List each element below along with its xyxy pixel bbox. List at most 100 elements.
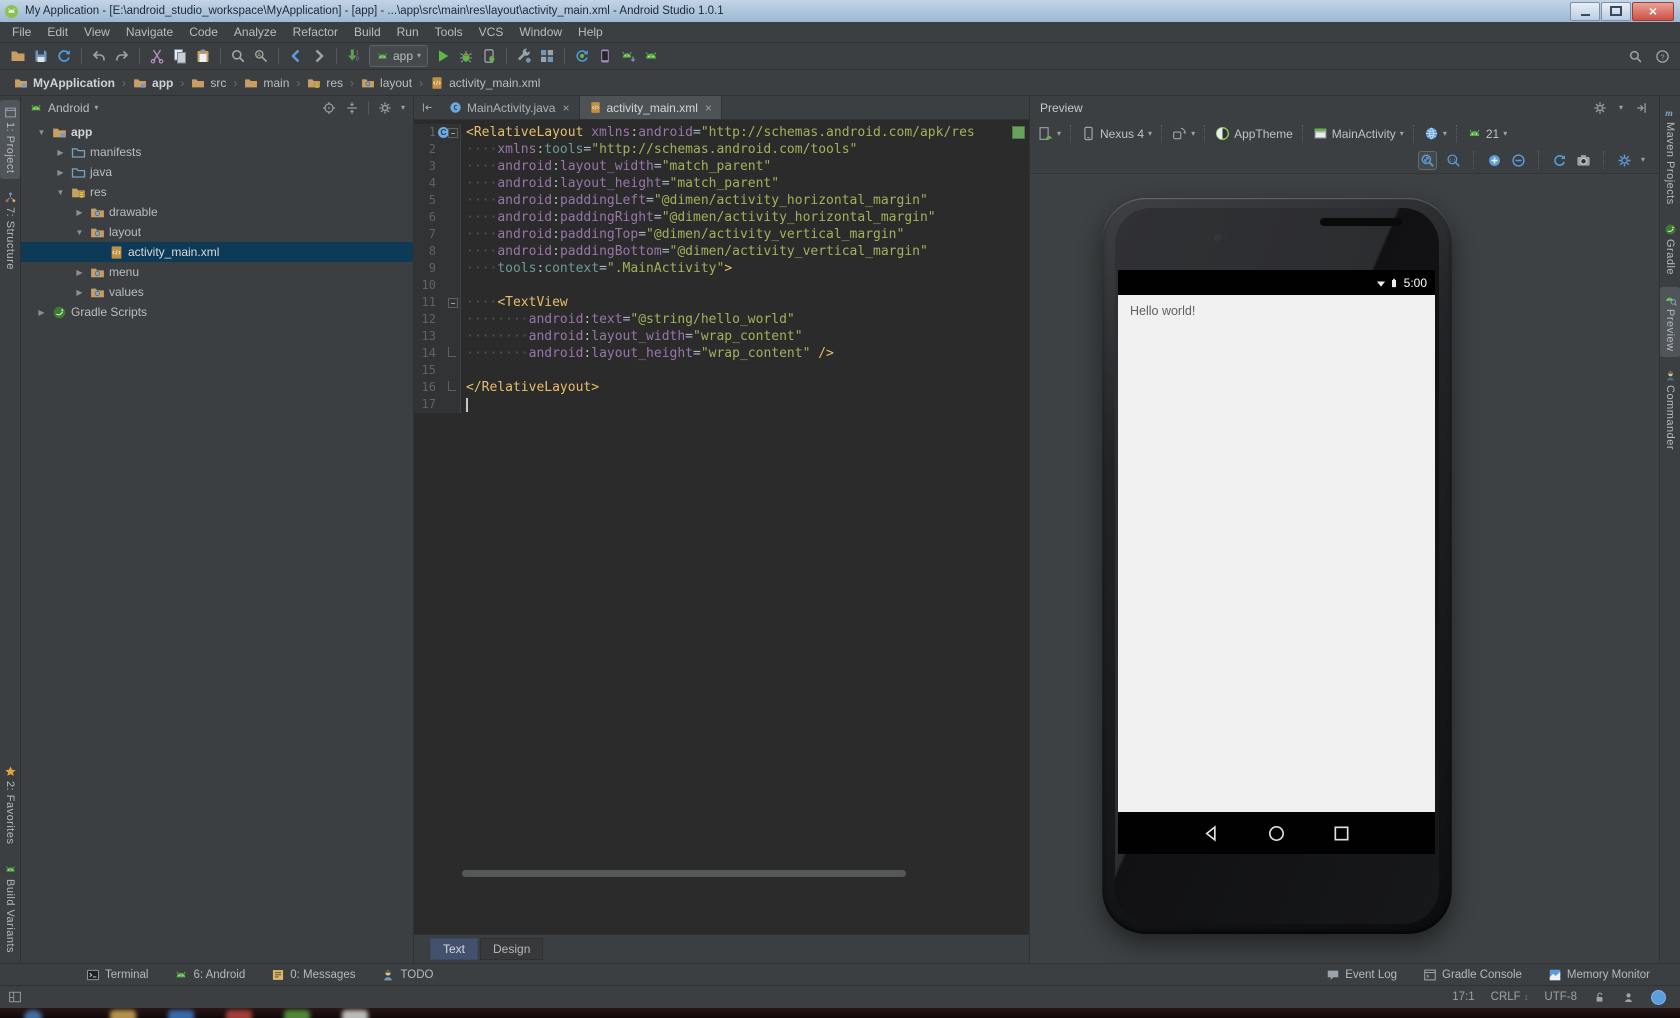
mode-tab-text[interactable]: Text — [430, 938, 479, 960]
project-structure-button[interactable] — [539, 48, 555, 64]
tool-window-button-todo[interactable]: TODO — [381, 968, 433, 982]
close-tab-icon[interactable]: × — [562, 101, 569, 115]
tool-window-button-gradle-console[interactable]: Gradle Console — [1423, 968, 1522, 982]
file-encoding[interactable]: UTF-8 — [1544, 991, 1577, 1003]
tree-arrow-icon[interactable]: ▼ — [73, 228, 86, 237]
taskbar-app-icon[interactable] — [110, 1010, 136, 1018]
menu-build[interactable]: Build — [346, 22, 389, 42]
tree-arrow-icon[interactable]: ▶ — [54, 168, 67, 177]
tool-window-switcher-icon[interactable] — [8, 990, 22, 1004]
tree-item-manifests[interactable]: ▶ manifests — [21, 142, 413, 162]
find-button[interactable] — [230, 48, 246, 64]
title-bar[interactable]: My Application - [E:\android_studio_work… — [0, 0, 1680, 22]
tree-item-values[interactable]: ▶ values — [21, 282, 413, 302]
horizontal-scrollbar[interactable] — [462, 870, 906, 877]
device-screen[interactable]: 5:00 Hello world! — [1118, 270, 1435, 854]
menu-help[interactable]: Help — [570, 22, 611, 42]
menu-analyze[interactable]: Analyze — [226, 22, 285, 42]
caret-position[interactable]: 17:1 — [1452, 991, 1474, 1003]
code-line[interactable]: 8 ····android:paddingBottom="@dimen/activ… — [414, 243, 1029, 260]
minimize-button[interactable] — [1570, 1, 1600, 21]
menu-code[interactable]: Code — [181, 22, 226, 42]
navigate-back-button[interactable] — [288, 48, 304, 64]
nav-recents-icon[interactable] — [1332, 824, 1351, 843]
code-line[interactable]: 11 ····<TextView — [414, 294, 1029, 311]
tree-item-res[interactable]: ▼ res — [21, 182, 413, 202]
code-line[interactable]: 14 ········android:layout_height="wrap_co… — [414, 345, 1029, 362]
inspection-status-indicator[interactable] — [1012, 126, 1025, 139]
menu-navigate[interactable]: Navigate — [118, 22, 181, 42]
code-editor[interactable]: 1 C <RelativeLayout xmlns:android="http://… — [414, 120, 1029, 934]
refresh-preview-button[interactable] — [1552, 153, 1567, 168]
tree-arrow-icon[interactable]: ▶ — [54, 148, 67, 157]
zoom-out-button[interactable] — [1511, 153, 1526, 168]
menu-view[interactable]: View — [76, 22, 118, 42]
write-access-lock-icon[interactable] — [1593, 991, 1606, 1004]
save-all-button[interactable] — [33, 48, 49, 64]
fold-icon[interactable] — [448, 128, 458, 138]
device-selector[interactable]: Nexus 4 ▾ — [1081, 126, 1152, 141]
menu-refactor[interactable]: Refactor — [285, 22, 346, 42]
app-content-area[interactable]: Hello world! — [1118, 295, 1435, 812]
make-project-button[interactable]: 10 — [346, 48, 362, 64]
help-button[interactable]: ? — [1655, 49, 1670, 64]
avd-manager-button[interactable] — [597, 48, 613, 64]
zoom-to-fit-button[interactable] — [1417, 150, 1437, 170]
tree-item-layout[interactable]: ▼ layout — [21, 222, 413, 242]
replace-button[interactable]: A — [253, 48, 269, 64]
breadcrumb-app[interactable]: app — [129, 75, 177, 91]
code-line[interactable]: 10 — [414, 277, 1029, 294]
orientation-selector[interactable]: ▾ — [1172, 126, 1195, 141]
synchronize-button[interactable] — [56, 48, 72, 64]
tree-arrow-icon[interactable]: ▼ — [35, 128, 48, 137]
project-settings-button[interactable] — [378, 101, 392, 115]
editor-tab-mainactivity-java[interactable]: C MainActivity.java × — [440, 96, 580, 119]
collapse-all-button[interactable] — [345, 101, 359, 115]
code-line[interactable]: 4 ····android:layout_height="match_parent… — [414, 175, 1029, 192]
editor-tab-activity-main-xml[interactable]: activity_main.xml × — [579, 96, 722, 119]
tool-window-button-0-messages[interactable]: 0: Messages — [271, 968, 355, 982]
nav-home-icon[interactable] — [1267, 824, 1286, 843]
tool-stripe-preview[interactable]: Preview — [1660, 286, 1680, 358]
zoom-actual-size-button[interactable]: 1:1 — [1446, 153, 1461, 168]
activity-selector[interactable]: MainActivity ▾ — [1313, 126, 1404, 141]
attach-debugger-button[interactable] — [481, 48, 497, 64]
menu-vcs[interactable]: VCS — [471, 22, 512, 42]
breadcrumb-layout[interactable]: layout — [357, 75, 416, 91]
taskbar-app-icon[interactable] — [342, 1010, 368, 1018]
tool-stripe-maven-projects[interactable]: m Maven Projects — [1660, 100, 1680, 211]
hide-panel-button[interactable] — [1635, 101, 1649, 115]
code-line[interactable]: 3 ····android:layout_width="match_parent" — [414, 158, 1029, 175]
redo-button[interactable] — [114, 48, 130, 64]
breadcrumb-myapplication[interactable]: MyApplication — [10, 75, 119, 91]
search-everywhere-button[interactable] — [1628, 49, 1643, 64]
tool-window-button-event-log[interactable]: Event Log — [1326, 968, 1397, 982]
copy-button[interactable] — [172, 48, 188, 64]
breadcrumb-activity-main-xml[interactable]: activity_main.xml — [426, 75, 544, 91]
code-line[interactable]: 16 </RelativeLayout> — [414, 379, 1029, 396]
tool-stripe-2-favorites[interactable]: 2: Favorites — [0, 759, 20, 850]
tool-window-button-memory-monitor[interactable]: Memory Monitor — [1548, 968, 1650, 982]
close-button[interactable] — [1632, 1, 1674, 21]
breadcrumb-main[interactable]: main — [240, 75, 293, 91]
tree-arrow-icon[interactable]: ▼ — [54, 188, 67, 197]
code-line[interactable]: 5 ····android:paddingLeft="@dimen/activit… — [414, 192, 1029, 209]
tool-window-button-6-android[interactable]: 6: Android — [174, 968, 245, 982]
tree-arrow-icon[interactable]: ▶ — [35, 308, 48, 317]
tool-stripe-build-variants[interactable]: Build Variants — [0, 857, 20, 959]
nav-back-icon[interactable] — [1202, 824, 1221, 843]
code-line[interactable]: 12 ········android:text="@string/hello_wo… — [414, 311, 1029, 328]
project-view-selector[interactable]: Android — [48, 101, 89, 115]
code-line[interactable]: 17 — [414, 396, 1029, 413]
background-task-indicator[interactable] — [1651, 989, 1666, 1005]
taskbar-app-icon[interactable] — [284, 1010, 310, 1018]
code-line[interactable]: 7 ····android:paddingTop="@dimen/activity… — [414, 226, 1029, 243]
navigate-forward-button[interactable] — [311, 48, 327, 64]
maximize-button[interactable] — [1601, 1, 1631, 21]
inspections-profile-icon[interactable] — [1622, 991, 1635, 1004]
tree-item-menu[interactable]: ▶ menu — [21, 262, 413, 282]
cut-button[interactable] — [149, 48, 165, 64]
taskbar-app-icon[interactable] — [168, 1010, 194, 1018]
tree-item-java[interactable]: ▶ java — [21, 162, 413, 182]
line-separator[interactable]: CRLF ↕ — [1491, 991, 1529, 1003]
